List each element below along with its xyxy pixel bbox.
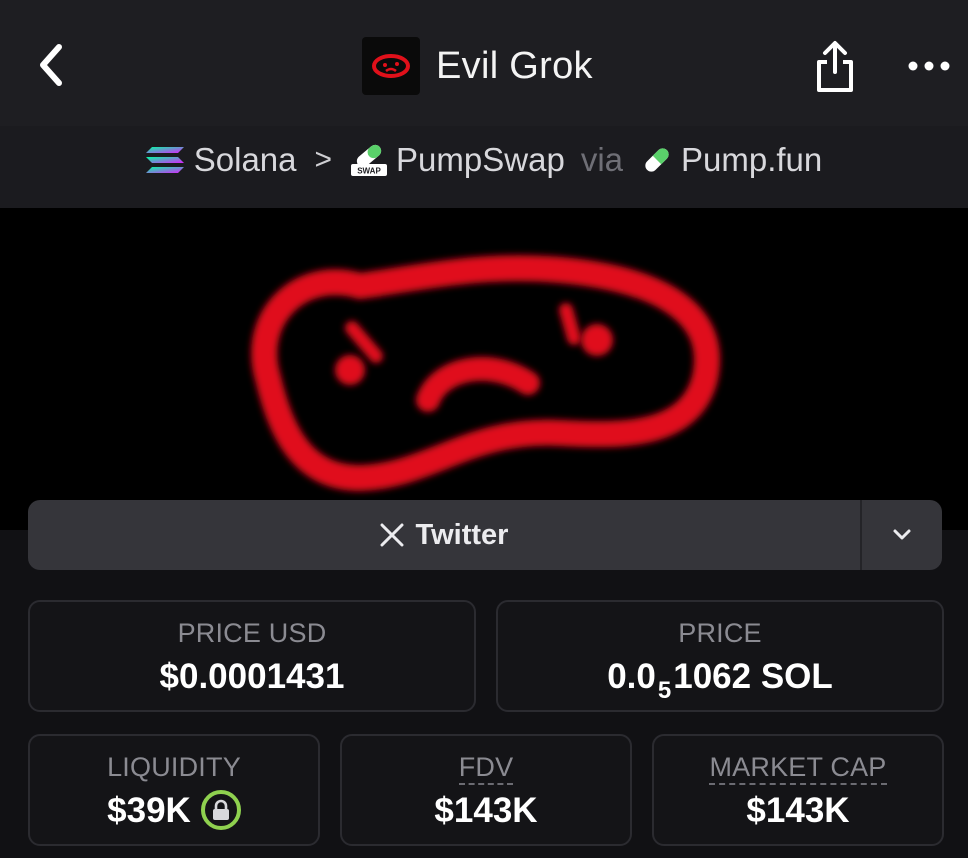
angry-face-illustration [251, 255, 720, 492]
crumb-launchpad[interactable]: Pump.fun [641, 141, 822, 179]
token-logo [362, 37, 420, 95]
share-icon [817, 41, 853, 92]
liquidity-value-row: $39K [30, 789, 318, 833]
social-dropdown-button[interactable] [860, 500, 942, 570]
top-bar: Evil Grok [0, 0, 968, 126]
price-usd-label: PRICE USD [177, 618, 327, 648]
back-button[interactable] [30, 40, 70, 90]
solana-icon [145, 145, 186, 175]
crumb-chain[interactable]: Solana [145, 141, 297, 179]
crumb-dex[interactable]: SWAP PumpSwap [350, 141, 565, 179]
more-dots-icon [908, 61, 950, 71]
crumb-launchpad-label: Pump.fun [681, 141, 823, 178]
market-cap-value: $143K [746, 791, 850, 830]
pill-icon [641, 144, 673, 176]
token-banner [0, 208, 968, 530]
price-usd-card: PRICE USD $0.0001431 [28, 600, 476, 712]
price-usd-value: $0.0001431 [159, 657, 345, 696]
lock-icon[interactable] [200, 789, 241, 830]
more-button[interactable] [904, 48, 954, 84]
breadcrumb-separator: > [314, 143, 333, 176]
price-value-zero-count: 5 [657, 677, 672, 704]
liquidity-value: $39K [107, 791, 191, 830]
share-button[interactable] [810, 38, 860, 96]
market-cap-label-wrap: MARKET CAP [654, 752, 942, 785]
social-links-bar: Twitter [28, 500, 942, 570]
fdv-label[interactable]: FDV [458, 752, 514, 785]
liquidity-card: LIQUIDITY $39K [28, 734, 320, 846]
fdv-value: $143K [434, 791, 538, 830]
fdv-card: FDV $143K [340, 734, 632, 846]
chevron-left-icon [40, 44, 62, 86]
crumb-dex-label: PumpSwap [396, 141, 565, 178]
price-value-prefix: 0.0 [607, 657, 656, 696]
twitter-button[interactable]: Twitter [28, 500, 860, 570]
price-card: PRICE 0.051062 SOL [496, 600, 944, 712]
price-label: PRICE [678, 618, 762, 648]
liquidity-label: LIQUIDITY [107, 752, 241, 782]
market-cap-card: MARKET CAP $143K [652, 734, 944, 846]
market-cap-label[interactable]: MARKET CAP [709, 752, 887, 785]
token-header: Evil Grok [362, 37, 593, 95]
breadcrumb: Solana > SWAP PumpSwap via Pump.fun [0, 126, 968, 208]
price-value-suffix: 1062 SOL [673, 657, 833, 696]
token-title: Evil Grok [436, 44, 593, 87]
via-label: via [580, 141, 623, 178]
twitter-label: Twitter [415, 518, 509, 551]
svg-text:SWAP: SWAP [357, 167, 381, 176]
pumpswap-icon: SWAP [350, 142, 388, 178]
crumb-chain-label: Solana [193, 141, 297, 178]
chevron-down-icon [893, 529, 911, 540]
fdv-label-wrap: FDV [342, 752, 630, 785]
price-value: 0.051062 SOL [498, 657, 942, 704]
x-logo-icon [380, 523, 404, 547]
